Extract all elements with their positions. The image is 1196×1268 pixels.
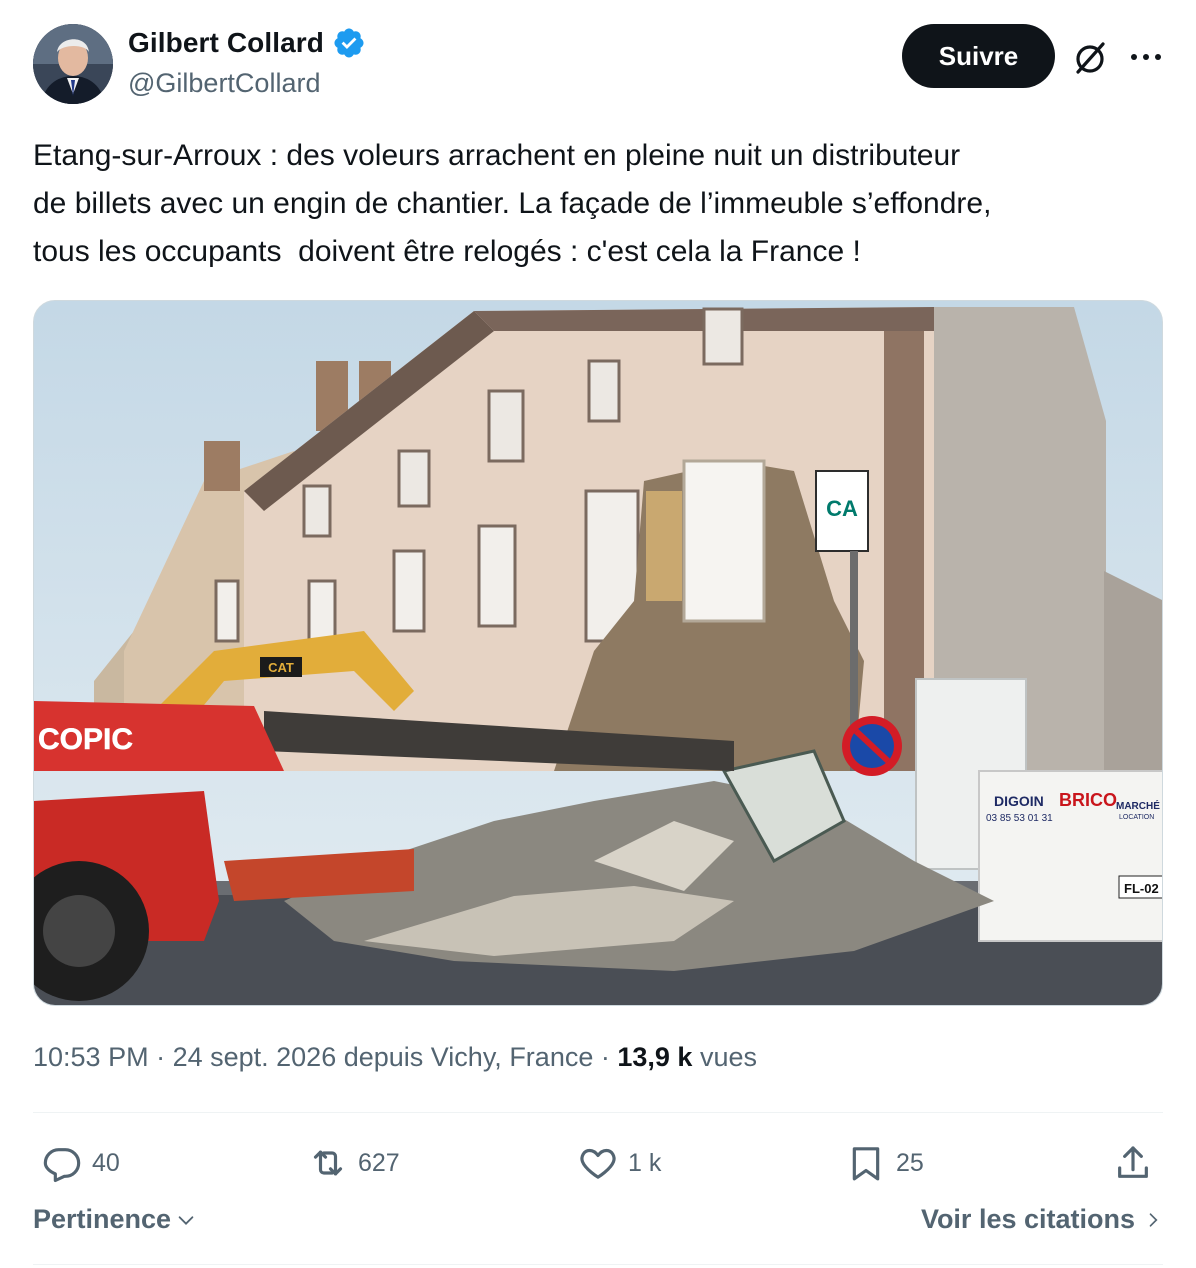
tweet-time[interactable]: 10:53 PM [33,1042,149,1072]
truck-marche-text: MARCHÉ [1116,799,1160,812]
reply-count: 40 [92,1148,120,1177]
follow-button[interactable]: Suivre [902,24,1055,88]
verified-badge-icon [334,28,364,58]
bookmark-icon [852,1147,880,1181]
truck-phone-text: 03 85 53 01 31 [986,813,1053,824]
meta-separator: · [148,1042,173,1072]
truck-digoin-text: DIGOIN [994,793,1044,809]
quotes-label: Voir les citations [920,1204,1135,1234]
author-name[interactable]: Gilbert Collard [128,27,324,59]
reply-icon [43,1148,81,1183]
repost-icon [313,1150,343,1176]
repost-button[interactable]: 627 [308,1140,400,1186]
tweet-date-source[interactable]: 24 sept. 2026 depuis Vichy, France [173,1042,594,1072]
author-handle[interactable]: @GilbertCollard [128,68,320,99]
like-count: 1 k [628,1148,662,1177]
cat-logo-text: CAT [268,660,294,675]
ca-sign-text: CA [826,496,858,521]
view-quotes-link[interactable]: Voir les citations [921,1204,1163,1235]
bookmark-button[interactable]: 25 [846,1140,924,1186]
truck-location-text: LOCATION [1119,814,1154,821]
divider-bottom [33,1264,1163,1265]
bookmark-count: 25 [896,1148,924,1177]
avatar-image [33,24,113,104]
chevron-right-icon [1149,1212,1158,1227]
tweet-photo[interactable]: CA DIGOIN 03 85 53 01 31 BRICO MARCHÉ LO… [33,300,1163,1006]
heart-icon [580,1148,616,1179]
like-button[interactable]: 1 k [578,1140,661,1186]
meta-separator: · [593,1042,618,1072]
collapsed-building-image: CA DIGOIN 03 85 53 01 31 BRICO MARCHÉ LO… [34,301,1162,1005]
truck-plate-text: FL-02 [1124,881,1159,896]
views-count: 13,9 k [617,1042,693,1072]
tweet-text: Etang-sur-Arroux : des voleurs arrachent… [33,139,992,268]
copic-sign-text: COPIC [38,723,133,756]
divider-top [33,1112,1163,1113]
share-icon [1118,1146,1148,1178]
author-avatar[interactable] [33,24,113,104]
repost-count: 627 [358,1148,400,1177]
more-horizontal-icon[interactable] [1128,40,1164,74]
chevron-down-icon [178,1215,194,1225]
sort-dropdown[interactable]: Pertinence [33,1204,197,1235]
reply-button[interactable]: 40 [42,1140,120,1186]
truck-brico-text: BRICO [1059,790,1117,810]
grok-icon[interactable] [1070,38,1110,78]
author-name-row[interactable]: Gilbert Collard [128,26,366,60]
views-label: vues [692,1042,757,1072]
tweet-meta: 10:53 PM · 24 sept. 2026 depuis Vichy, F… [33,1042,757,1073]
sort-label: Pertinence [33,1204,172,1234]
share-button[interactable] [1113,1140,1153,1186]
